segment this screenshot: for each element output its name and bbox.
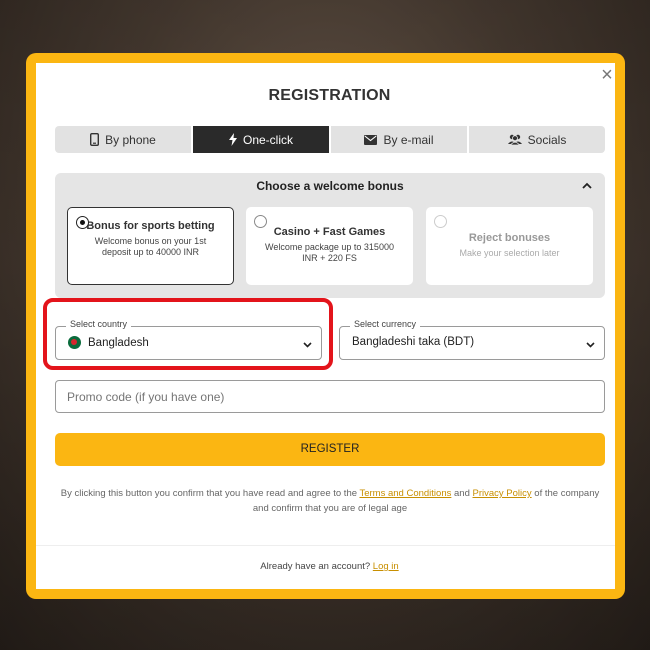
chevron-up-icon[interactable]	[581, 180, 593, 192]
tab-one-click[interactable]: One-click	[193, 126, 331, 153]
radio-unselected[interactable]	[254, 215, 267, 228]
tab-by-phone[interactable]: By phone	[55, 126, 193, 153]
lightning-icon	[228, 133, 237, 146]
bonus-option-title: Bonus for sports betting	[86, 220, 215, 232]
chevron-down-icon	[586, 342, 595, 348]
bonus-option-title: Reject bonuses	[468, 232, 551, 244]
currency-select[interactable]: Select currency Bangladeshi taka (BDT)	[339, 319, 605, 360]
tab-label: One-click	[242, 132, 293, 147]
bonus-heading: Choose a welcome bonus	[256, 179, 404, 193]
bonus-option-subtitle: Welcome package up to 315000 INR + 220 F…	[265, 242, 394, 263]
tab-label: By e-mail	[383, 132, 434, 147]
bonus-option-reject[interactable]: Reject bonuses Make your selection later	[426, 207, 593, 285]
bonus-option-casino[interactable]: Casino + Fast Games Welcome package up t…	[246, 207, 413, 285]
bonus-option-subtitle: Welcome bonus on your 1st deposit up to …	[94, 236, 207, 257]
phone-icon	[90, 133, 100, 146]
registration-tabs: By phone One-click By e-mail Socials	[55, 126, 605, 153]
tab-label: Socials	[527, 132, 567, 147]
bonus-option-subtitle: Make your selection later	[459, 248, 560, 258]
radio-selected[interactable]	[76, 216, 89, 229]
tab-socials[interactable]: Socials	[469, 126, 605, 153]
promo-code-input[interactable]	[55, 380, 605, 413]
register-button[interactable]: REGISTER	[55, 433, 605, 466]
terms-link[interactable]: Terms and Conditions	[359, 488, 451, 499]
users-icon	[507, 134, 522, 145]
bonus-option-title: Casino + Fast Games	[273, 226, 386, 238]
envelope-icon	[364, 134, 378, 145]
bonus-option-sports[interactable]: Bonus for sports betting Welcome bonus o…	[67, 207, 234, 285]
login-link[interactable]: Log in	[373, 561, 399, 572]
legal-notice: By clicking this button you confirm that…	[60, 488, 600, 514]
currency-value: Bangladeshi taka (BDT)	[352, 336, 475, 348]
radio-unselected[interactable]	[434, 215, 447, 228]
privacy-policy-link[interactable]: Privacy Policy	[473, 488, 532, 499]
welcome-bonus-panel: Choose a welcome bonus Bonus for sports …	[55, 173, 605, 298]
login-prompt: Already have an account? Log in	[260, 561, 399, 572]
divider	[36, 545, 615, 546]
page-title: REGISTRATION	[268, 87, 391, 104]
tab-by-email[interactable]: By e-mail	[331, 126, 469, 153]
country-highlight-box	[43, 298, 333, 370]
currency-label: Select currency	[350, 319, 421, 329]
close-icon[interactable]: ×	[599, 65, 615, 85]
tab-label: By phone	[105, 132, 156, 147]
